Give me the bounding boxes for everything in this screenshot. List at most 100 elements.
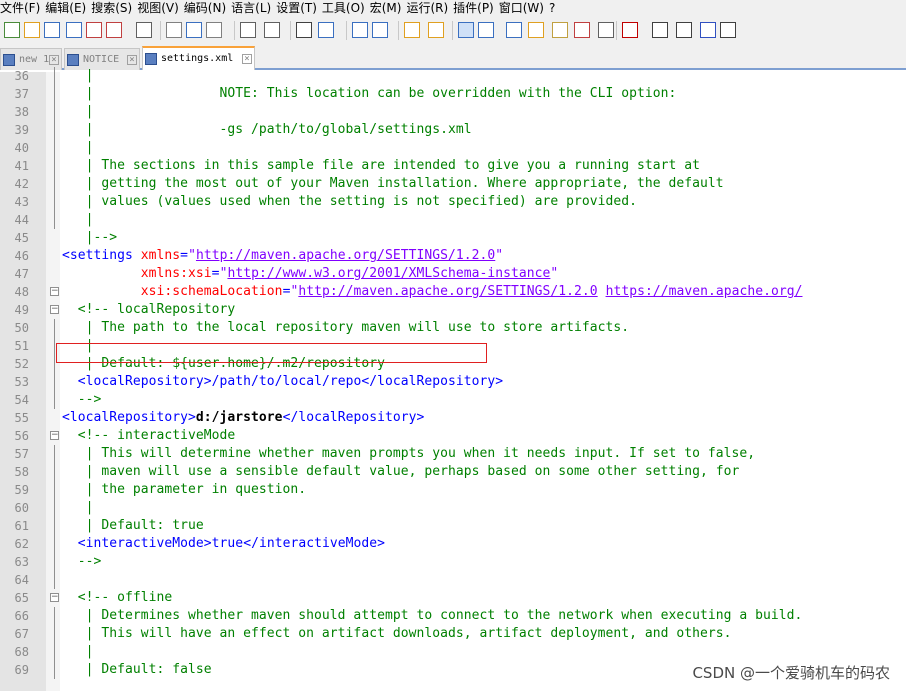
- show-all-chars-icon[interactable]: [478, 22, 494, 38]
- code-line[interactable]: 61 | Default: true: [0, 517, 906, 535]
- code-line[interactable]: 45 |-->: [0, 229, 906, 247]
- open-icon[interactable]: [24, 22, 40, 38]
- menu-item-1[interactable]: 编辑(E): [45, 0, 91, 17]
- replace-icon[interactable]: [318, 22, 334, 38]
- code-line[interactable]: 40 |: [0, 139, 906, 157]
- menu-item-12[interactable]: ?: [549, 0, 560, 17]
- menu-item-10[interactable]: 插件(P): [453, 0, 499, 17]
- stop-macro-icon[interactable]: [652, 22, 668, 38]
- function-list-icon[interactable]: [552, 22, 568, 38]
- menu-item-0[interactable]: 文件(F): [0, 0, 45, 17]
- record-macro-icon[interactable]: [622, 22, 638, 38]
- code-line[interactable]: 59 | the parameter in question.: [0, 481, 906, 499]
- code-line[interactable]: 38 |: [0, 103, 906, 121]
- folder-workspace-icon[interactable]: [574, 22, 590, 38]
- code-line[interactable]: 64: [0, 571, 906, 589]
- code-line[interactable]: 67 | This will have an effect on artifac…: [0, 625, 906, 643]
- code-line[interactable]: 62 <interactiveMode>true</interactiveMod…: [0, 535, 906, 553]
- doc-map-icon[interactable]: [528, 22, 544, 38]
- new-file-icon[interactable]: [4, 22, 20, 38]
- play-macro-icon[interactable]: [676, 22, 692, 38]
- xml-url[interactable]: https://maven.apache.org/: [606, 284, 803, 299]
- code-line[interactable]: 36 |: [0, 67, 906, 85]
- menu-item-2[interactable]: 搜索(S): [91, 0, 137, 17]
- fold-toggle-icon[interactable]: −: [50, 431, 59, 440]
- line-number: 51: [14, 339, 29, 353]
- code-line[interactable]: 39 | -gs /path/to/global/settings.xml: [0, 121, 906, 139]
- wrap-icon[interactable]: [458, 22, 474, 38]
- code-line[interactable]: 57 | This will determine whether maven p…: [0, 445, 906, 463]
- menu-item-4[interactable]: 编码(N): [184, 0, 231, 17]
- code-line[interactable]: 42 | getting the most out of your Maven …: [0, 175, 906, 193]
- menu-item-3[interactable]: 视图(V): [137, 0, 184, 17]
- save-macro-icon[interactable]: [720, 22, 736, 38]
- code-line[interactable]: 63 -->: [0, 553, 906, 571]
- sync-v-icon[interactable]: [404, 22, 420, 38]
- code-line[interactable]: 65 − <!-- offline: [0, 589, 906, 607]
- undo-icon[interactable]: [240, 22, 256, 38]
- code-line[interactable]: 43 | values (values used when the settin…: [0, 193, 906, 211]
- line-number: 37: [14, 87, 29, 101]
- save-icon[interactable]: [44, 22, 60, 38]
- menu-item-9[interactable]: 运行(R): [406, 0, 453, 17]
- close-tab-icon[interactable]: ×: [127, 55, 137, 65]
- code-line[interactable]: 50 | The path to the local repository ma…: [0, 319, 906, 337]
- paste-icon[interactable]: [206, 22, 222, 38]
- code-text: | -gs /path/to/global/settings.xml: [62, 122, 472, 137]
- monitor-icon[interactable]: [598, 22, 614, 38]
- zoom-out-icon[interactable]: [372, 22, 388, 38]
- editor[interactable]: 36 | 37 | NOTE: This location can be over…: [0, 67, 906, 691]
- menu-item-11[interactable]: 窗口(W): [499, 0, 549, 17]
- code-line[interactable]: 66 | Determines whether maven should att…: [0, 607, 906, 625]
- zoom-in-icon[interactable]: [352, 22, 368, 38]
- save-all-icon[interactable]: [66, 22, 82, 38]
- code-line[interactable]: 46 <settings xmlns="http://maven.apache.o…: [0, 247, 906, 265]
- close-all-icon[interactable]: [106, 22, 122, 38]
- indent-guide-icon[interactable]: [506, 22, 522, 38]
- xml-url[interactable]: http://maven.apache.org/SETTINGS/1.2.0: [298, 284, 597, 299]
- xml-url[interactable]: http://www.w3.org/2001/XMLSchema-instanc…: [227, 266, 550, 281]
- xml-url[interactable]: http://maven.apache.org/SETTINGS/1.2.0: [196, 248, 495, 263]
- line-number: 38: [14, 105, 29, 119]
- fold-line: [54, 355, 55, 373]
- run-macro-multiple-icon[interactable]: [700, 22, 716, 38]
- code-line[interactable]: 49 − <!-- localRepository: [0, 301, 906, 319]
- code-line[interactable]: 47 xmlns:xsi= "http://www.w3.org/2001/XML…: [0, 265, 906, 283]
- code-line[interactable]: 41 | The sections in this sample file ar…: [0, 157, 906, 175]
- fold-toggle-icon[interactable]: −: [50, 305, 59, 314]
- fold-toggle-icon[interactable]: −: [50, 593, 59, 602]
- code-line[interactable]: 60 |: [0, 499, 906, 517]
- close-tab-icon[interactable]: ×: [49, 55, 59, 65]
- code-text: | Determines whether maven should attemp…: [62, 608, 803, 623]
- line-number: 56: [14, 429, 29, 443]
- close-tab-icon[interactable]: ×: [242, 54, 252, 64]
- code-line[interactable]: 54 -->: [0, 391, 906, 409]
- code-line[interactable]: 55 <localRepository>d:/jarstore</localRep…: [0, 409, 906, 427]
- fold-line: [54, 481, 55, 499]
- code-text: | maven will use a sensible default valu…: [62, 464, 740, 479]
- menu-item-5[interactable]: 语言(L): [231, 0, 276, 17]
- code-line[interactable]: 37 | NOTE: This location can be overridd…: [0, 85, 906, 103]
- close-icon[interactable]: [86, 22, 102, 38]
- redo-icon[interactable]: [264, 22, 280, 38]
- line-number: 40: [14, 141, 29, 155]
- sync-h-icon[interactable]: [428, 22, 444, 38]
- code-line[interactable]: 48 − xsi:schemaLocation="http://maven.apa…: [0, 283, 906, 301]
- menu-item-7[interactable]: 工具(O): [322, 0, 370, 17]
- print-icon[interactable]: [136, 22, 152, 38]
- copy-icon[interactable]: [186, 22, 202, 38]
- code-text: | getting the most out of your Maven ins…: [62, 176, 724, 191]
- find-icon[interactable]: [296, 22, 312, 38]
- code-line[interactable]: 53 <localRepository>/path/to/local/repo<…: [0, 373, 906, 391]
- code-line[interactable]: 44 |: [0, 211, 906, 229]
- menu-item-8[interactable]: 宏(M): [370, 0, 407, 17]
- cut-icon[interactable]: [166, 22, 182, 38]
- code-line[interactable]: 68 |: [0, 643, 906, 661]
- fold-line: [54, 643, 55, 661]
- menu-item-6[interactable]: 设置(T): [276, 0, 322, 17]
- fold-toggle-icon[interactable]: −: [50, 287, 59, 296]
- fold-line: [54, 499, 55, 517]
- line-number: 55: [14, 411, 29, 425]
- code-line[interactable]: 56 − <!-- interactiveMode: [0, 427, 906, 445]
- code-line[interactable]: 58 | maven will use a sensible default v…: [0, 463, 906, 481]
